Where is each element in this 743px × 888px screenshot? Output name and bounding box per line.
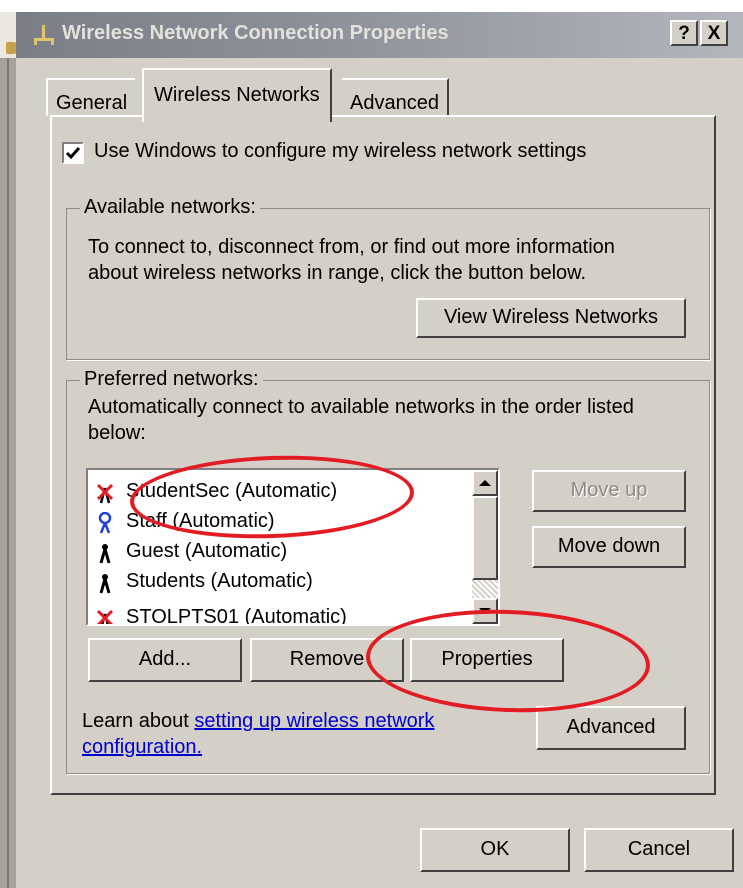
network-disconnected-icon [96, 483, 114, 504]
learn-setup-link[interactable]: setting up wireless network [194, 710, 434, 732]
available-networks-legend: Available networks: [80, 196, 260, 219]
cancel-button[interactable]: Cancel [584, 828, 734, 872]
help-button[interactable]: ? [670, 20, 698, 46]
tab-general[interactable]: General [46, 78, 136, 116]
network-connected-icon [98, 512, 112, 534]
list-scrollbar[interactable] [472, 470, 498, 624]
checkmark-icon [65, 147, 81, 160]
move-down-button[interactable]: Move down [532, 526, 686, 568]
tab-wireless-networks[interactable]: Wireless Networks [142, 68, 332, 122]
network-antenna-icon [99, 574, 111, 594]
close-button[interactable]: X [700, 20, 728, 46]
scroll-up-button[interactable] [472, 470, 498, 496]
background-icon [6, 42, 16, 54]
list-item-label: STOLPTS01 (Automatic) [126, 606, 347, 626]
available-networks-text-2: about wireless networks in range, click … [88, 262, 587, 284]
list-item-label: Guest (Automatic) [126, 540, 288, 562]
network-antenna-icon [99, 544, 111, 564]
tab-advanced[interactable]: Advanced [342, 78, 449, 116]
background-window-edge [0, 58, 16, 888]
preferred-networks-text-1: Automatically connect to available netwo… [88, 396, 634, 418]
learn-setup-link-continued[interactable]: configuration. [82, 736, 202, 759]
learn-about-line: Learn about setting up wireless network [82, 710, 434, 733]
window-title: Wireless Network Connection Properties [62, 22, 449, 44]
network-disconnected-icon [96, 609, 114, 624]
use-windows-label[interactable]: Use Windows to configure my wireless net… [94, 140, 586, 163]
scroll-track[interactable] [472, 580, 498, 598]
properties-dialog: Wireless Network Connection Properties ?… [16, 12, 743, 888]
available-networks-text-1: To connect to, disconnect from, or find … [88, 236, 615, 258]
network-connection-icon [34, 25, 54, 45]
preferred-networks-legend: Preferred networks: [80, 368, 263, 391]
top-strip [0, 0, 743, 6]
use-windows-checkbox[interactable] [62, 142, 84, 164]
learn-about-text: Learn about [82, 710, 195, 732]
view-wireless-networks-button[interactable]: View Wireless Networks [416, 298, 686, 338]
move-up-button[interactable]: Move up [532, 470, 686, 512]
scroll-thumb[interactable] [472, 496, 498, 580]
arrow-up-icon [479, 480, 491, 486]
add-button[interactable]: Add... [88, 638, 242, 682]
ok-button[interactable]: OK [420, 828, 570, 872]
preferred-networks-text-2: below: [88, 422, 146, 444]
advanced-button[interactable]: Advanced [536, 706, 686, 750]
title-bar[interactable]: Wireless Network Connection Properties ?… [16, 12, 743, 58]
list-item-label: Students (Automatic) [126, 570, 313, 592]
